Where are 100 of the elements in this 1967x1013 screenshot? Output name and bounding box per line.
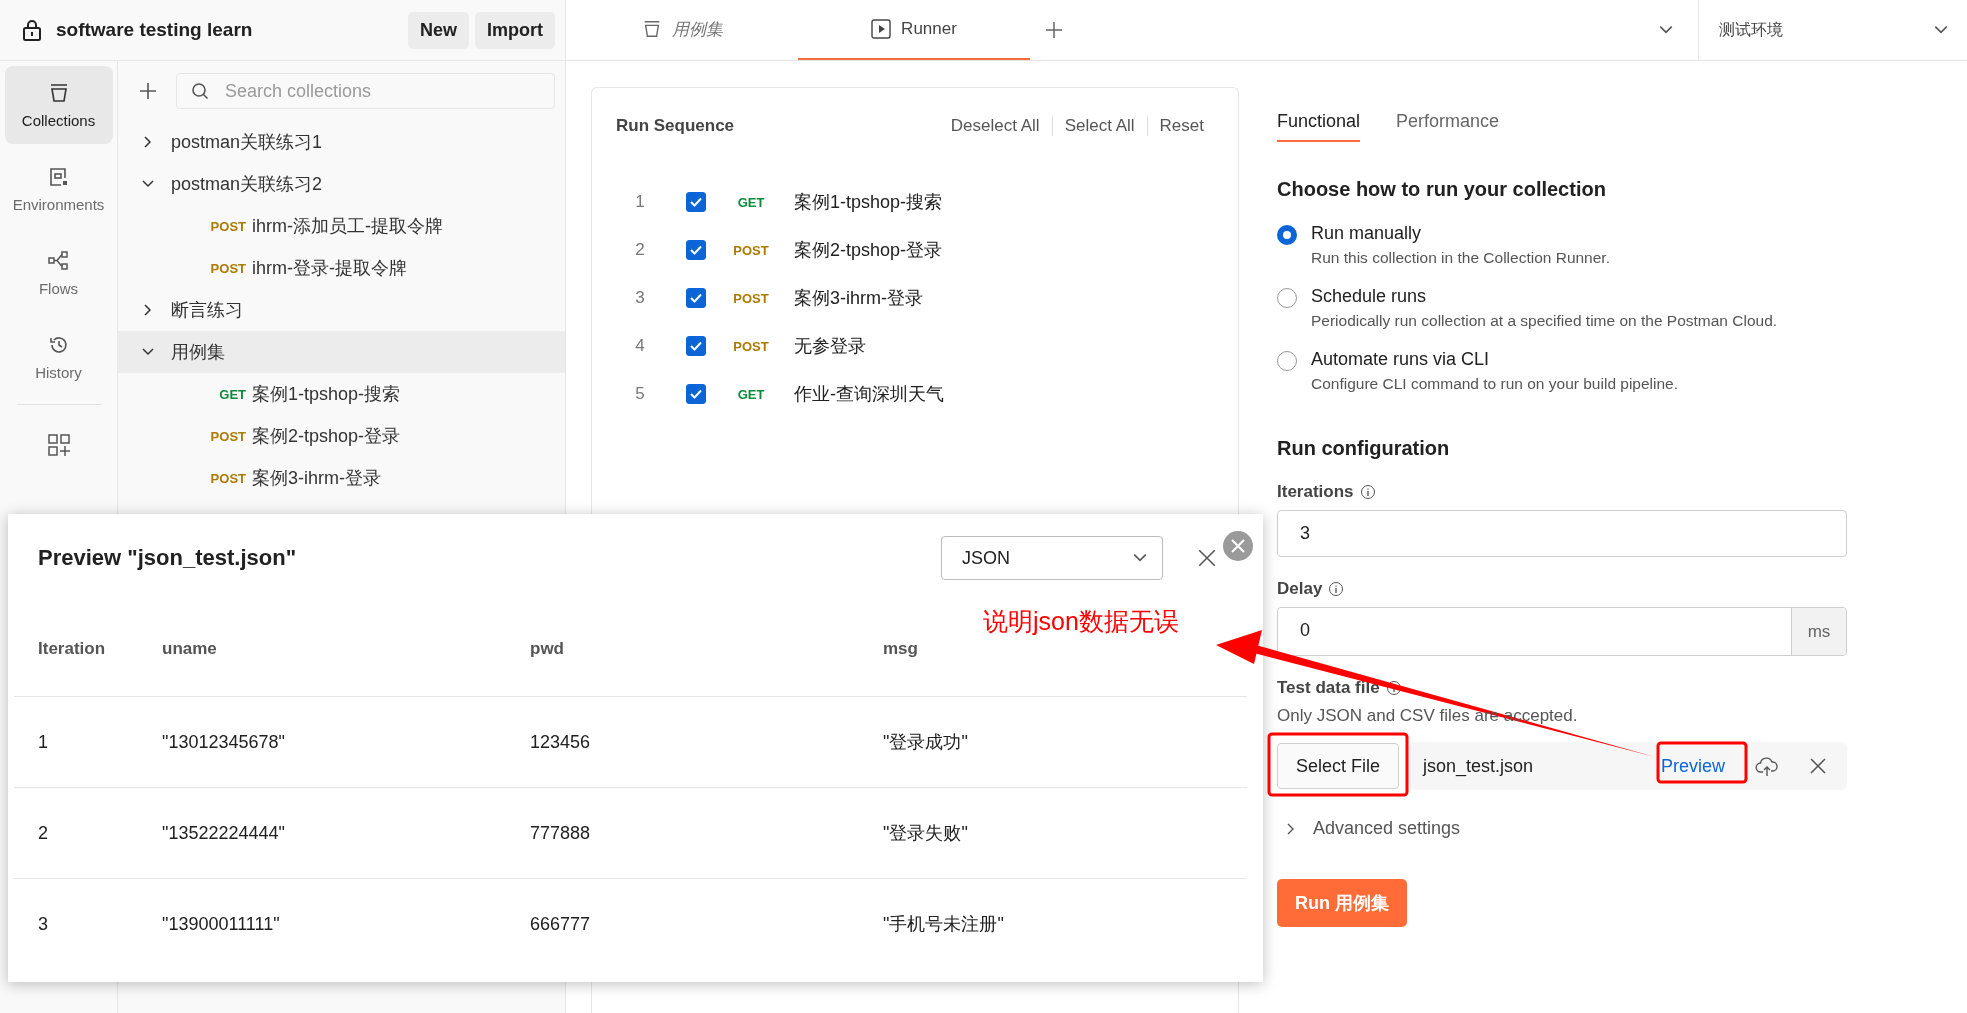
table-cell-text: "13522224444" [162,822,286,844]
close-circle-icon[interactable] [1222,530,1254,562]
column-header: pwd [530,639,565,659]
request-name: 作业-查询深圳天气 [794,383,944,406]
checkmark-icon [689,387,703,401]
delay-field[interactable]: 0 ms [1277,607,1847,656]
checkmark-icon [689,195,703,209]
row-number: 5 [634,384,646,404]
table-cell-text: 777888 [530,822,592,844]
checkbox[interactable] [686,192,706,212]
search-field[interactable]: Search collections [176,73,555,109]
request-item[interactable]: GET 案例1-tpshop-搜索 [118,373,565,415]
header-button[interactable]: Import [475,11,555,49]
method-label: POST [732,242,770,258]
table-cell-text: "手机号未注册" [883,913,1005,936]
option-description: Configure CLI command to run on your build pipeline. [1311,375,1679,393]
nav-item[interactable]: Environments [4,150,113,228]
dialog-title: Preview "json_test.json" [38,545,298,571]
action-link[interactable]: Deselect All [938,116,1052,136]
field-label: Test data file [1277,678,1380,698]
radio-button[interactable] [1277,225,1297,245]
grid-plus-icon[interactable] [46,433,71,457]
field-label: Iterations [1277,482,1354,502]
screen-icon [47,165,70,188]
checkmark-icon [689,291,703,305]
nodes-icon [46,249,71,272]
workspace-title: software testing learn [56,19,253,41]
environment-selector[interactable]: 测试环境 [1698,0,1967,60]
play-icon [871,19,892,39]
file-name: json_test.json [1423,755,1535,777]
table-cell-text: "13012345678" [162,731,286,753]
lock-icon [22,19,42,41]
row-number: 2 [634,240,646,260]
plus-icon[interactable] [1044,20,1064,40]
request-item[interactable]: POST 案例3-ihrm-登录 [118,457,565,499]
method-label: GET [736,194,766,210]
request-item[interactable]: POST ihrm-登录-提取令牌 [118,247,565,289]
format-dropdown[interactable]: JSON [941,536,1163,580]
nav-item[interactable]: Collections [4,66,113,144]
option-label: Run manually [1311,223,1423,244]
method-label: GET [736,386,766,402]
action-link[interactable]: Reset [1146,116,1216,136]
request-name: 无参登录 [794,335,866,358]
table-cell-text: "登录成功" [883,731,969,754]
tab[interactable]: Functional [1277,111,1361,142]
request-item[interactable]: POST 案例2-tpshop-登录 [118,415,565,457]
info-icon [1328,581,1345,597]
action-link[interactable]: Select All [1051,116,1147,136]
cloud-upload-icon[interactable] [1755,755,1779,777]
table-cell-text: "登录失败" [883,822,969,845]
panel-title: Run Sequence [616,116,735,136]
iterations-field[interactable]: 3 [1277,510,1847,557]
search-icon [191,82,209,100]
field-label: Delay [1277,579,1323,599]
info-icon [1359,484,1376,500]
table-cell-text: 3 [38,913,49,935]
collection-item[interactable]: 断言练习 [118,289,565,331]
tab[interactable]: Runner [798,0,1030,60]
advanced-settings-toggle[interactable]: Advanced settings [1277,818,1847,839]
nav-item[interactable]: History [4,318,113,396]
select-file-button[interactable]: Select File [1277,743,1400,789]
row-number: 3 [634,288,646,308]
option-label: Automate runs via CLI [1311,349,1491,370]
method-label: POST [732,290,770,306]
row-number: 1 [634,192,646,212]
close-icon[interactable] [1197,548,1217,568]
option-description: Periodically run collection at a specified time on the Postman Cloud. [1311,312,1778,330]
close-icon[interactable] [1809,757,1827,775]
checkmark-icon [689,339,703,353]
table-cell-text: 2 [38,822,49,844]
checkbox[interactable] [686,288,706,308]
checkbox[interactable] [686,240,706,260]
request-item[interactable]: POST ihrm-添加员工-提取令牌 [118,205,565,247]
column-header: msg [883,639,919,659]
unit-label: ms [1791,608,1846,655]
request-name: 案例2-tpshop-登录 [794,239,943,262]
nav-item[interactable]: Flows [4,234,113,312]
tab[interactable]: Performance [1396,111,1500,142]
section-heading: Choose how to run your collection [1277,178,1607,201]
search-input[interactable]: Search collections [223,79,540,103]
collection-item[interactable]: 用例集 [118,331,565,373]
request-name: 案例3-ihrm-登录 [794,287,923,310]
row-number: 4 [634,336,646,356]
collection-item[interactable]: postman关联练习2 [118,163,565,205]
checkbox[interactable] [686,336,706,356]
table-cell-text: 666777 [530,913,592,935]
preview-link[interactable]: Preview [1660,755,1725,777]
header-button[interactable]: New [408,11,469,49]
annotation-text: 说明json数据无误 [983,606,1179,637]
plus-icon[interactable] [138,81,158,101]
checkbox[interactable] [686,384,706,404]
option-label: Schedule runs [1311,286,1428,307]
tab[interactable]: 用例集 [566,0,798,60]
table-cell-text: 123456 [530,731,592,753]
collection-item[interactable]: postman关联练习1 [118,121,565,163]
method-label: POST [732,338,770,354]
table-cell-text: 1 [38,731,49,753]
column-header: Iteration [38,639,107,659]
table-cell-text: "13900011111" [162,913,281,935]
checkmark-icon [689,243,703,257]
